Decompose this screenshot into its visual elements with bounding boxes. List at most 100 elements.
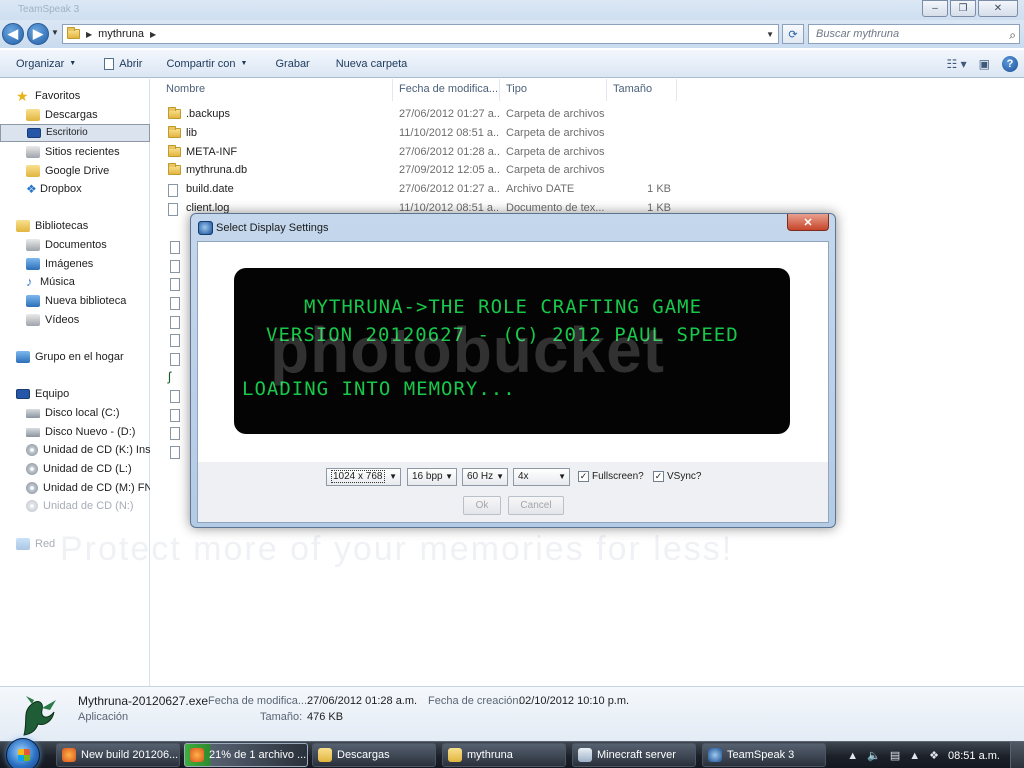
sidebar-item-network[interactable]: Red: [0, 535, 150, 553]
sidebar-item-documents[interactable]: Documentos: [0, 236, 150, 254]
google-drive-icon: [26, 165, 40, 177]
sidebar-item-computer[interactable]: Equipo: [0, 385, 150, 403]
sidebar-item-drive-c[interactable]: Disco local (C:): [0, 404, 150, 422]
sidebar-item-dropbox[interactable]: ❖ Dropbox: [0, 180, 150, 198]
file-icon: [170, 297, 180, 310]
sidebar-label: Unidad de CD (M:) FN: [43, 482, 150, 494]
back-button[interactable]: ◀: [2, 23, 24, 45]
view-options-icon[interactable]: ☷ ▾: [947, 57, 967, 71]
star-icon: ★: [16, 88, 29, 104]
sidebar-item-homegroup[interactable]: Grupo en el hogar: [0, 348, 150, 366]
folder-icon: [168, 145, 181, 160]
file-row[interactable]: build.date 27/06/2012 01:27 a... Archivo…: [166, 181, 686, 200]
sidebar-label: Favoritos: [35, 90, 81, 102]
start-button[interactable]: [6, 738, 40, 768]
taskbar-item-teamspeak[interactable]: TeamSpeak 3: [702, 743, 826, 767]
sidebar-item-downloads[interactable]: Descargas: [0, 106, 150, 124]
share-button[interactable]: Compartir con ▼: [166, 58, 247, 70]
show-desktop-button[interactable]: [1010, 742, 1024, 768]
taskbar-item-download[interactable]: 21% de 1 archivo ...: [184, 743, 308, 767]
column-header-type[interactable]: Tipo: [500, 79, 607, 101]
forward-button[interactable]: ▶: [27, 23, 49, 45]
address-bar[interactable]: ▶ mythruna ▶ ▼: [62, 24, 779, 44]
ok-button[interactable]: Ok: [463, 496, 501, 515]
minimize-button[interactable]: –: [922, 0, 948, 17]
sidebar-item-cd-l[interactable]: Unidad de CD (L:): [0, 460, 150, 478]
clock[interactable]: 08:51 a.m.: [948, 750, 1000, 762]
new-folder-button[interactable]: Nueva carpeta: [336, 58, 408, 70]
chevron-down-icon: ▼: [389, 472, 397, 481]
sidebar-item-drive-d[interactable]: Disco Nuevo - (D:): [0, 423, 150, 441]
file-type: Carpeta de archivos: [506, 127, 605, 139]
breadcrumb-arrow-icon[interactable]: ▶: [150, 30, 156, 39]
dialog-buttons: Ok Cancel: [198, 492, 828, 522]
dropbox-tray-icon[interactable]: ❖: [929, 749, 939, 762]
search-icon[interactable]: ⌕: [1009, 26, 1016, 44]
sidebar-item-videos[interactable]: Vídeos: [0, 311, 150, 329]
resolution-select[interactable]: 1024 x 768 ▼: [326, 468, 401, 486]
preview-pane-icon[interactable]: ▣: [979, 57, 990, 71]
sidebar-item-cd-m[interactable]: Unidad de CD (M:) FN: [0, 479, 150, 497]
open-button[interactable]: Abrir: [104, 57, 142, 70]
sidebar-item-desktop[interactable]: Escritorio: [0, 124, 150, 142]
taskbar-item-firefox-build[interactable]: New build 201206...: [56, 743, 180, 767]
vsync-checkbox[interactable]: ✓ VSync?: [653, 471, 701, 482]
refresh-rate-select[interactable]: 60 Hz ▼: [462, 468, 508, 486]
file-date: 11/10/2012 08:51 a...: [399, 127, 499, 139]
breadcrumb-arrow-icon[interactable]: ▶: [86, 30, 92, 39]
taskbar-item-descargas[interactable]: Descargas: [312, 743, 436, 767]
maximize-button[interactable]: ❐: [950, 0, 976, 17]
file-row[interactable]: .backups 27/06/2012 01:27 a... Carpeta d…: [166, 106, 686, 125]
fullscreen-checkbox[interactable]: ✓ Fullscreen?: [578, 471, 644, 482]
file-name: mythruna.db: [186, 164, 248, 176]
close-button[interactable]: ✕: [978, 0, 1018, 17]
cancel-button[interactable]: Cancel: [508, 496, 564, 515]
dialog-body: MYTHRUNA->THE ROLE CRAFTING GAME VERSION…: [197, 241, 829, 523]
modified-label: Fecha de modifica...: [208, 695, 308, 707]
color-depth-select[interactable]: 16 bpp ▼: [407, 468, 457, 486]
sidebar-label: Bibliotecas: [35, 220, 89, 232]
dialog-close-button[interactable]: ✕: [787, 214, 829, 231]
file-row[interactable]: META-INF 27/06/2012 01:28 a... Carpeta d…: [166, 144, 686, 163]
google-drive-tray-icon[interactable]: ▲: [909, 750, 920, 762]
column-header-name[interactable]: Nombre: [160, 79, 393, 101]
sidebar-item-recent[interactable]: Sitios recientes: [0, 143, 150, 161]
task-label: mythruna: [467, 749, 513, 761]
sidebar-item-cd-n[interactable]: Unidad de CD (N:): [0, 497, 150, 515]
file-icon: [170, 427, 180, 440]
file-name: .backups: [186, 108, 231, 120]
help-icon[interactable]: ?: [1002, 56, 1018, 72]
sidebar-item-google-drive[interactable]: Google Drive: [0, 162, 150, 180]
dragon-app-icon: [23, 696, 56, 736]
refresh-button[interactable]: ⟳: [782, 24, 804, 44]
refresh-value: 60 Hz: [467, 471, 494, 482]
show-hidden-icons-icon[interactable]: ▲: [847, 750, 858, 762]
documents-icon: [26, 239, 40, 251]
taskbar-item-minecraft-server[interactable]: Minecraft server: [572, 743, 696, 767]
column-header-date[interactable]: Fecha de modifica...: [393, 79, 500, 101]
file-icon: [170, 241, 180, 254]
burn-button[interactable]: Grabar: [275, 58, 309, 70]
sidebar-item-cd-k[interactable]: Unidad de CD (K:) Inst: [0, 441, 150, 459]
file-row[interactable]: lib 11/10/2012 08:51 a... Carpeta de arc…: [166, 125, 686, 144]
antialias-select[interactable]: 4x ▼: [513, 468, 570, 486]
sidebar-item-favorites[interactable]: ★ Favoritos: [16, 87, 166, 105]
file-row[interactable]: mythruna.db 27/09/2012 12:05 a... Carpet…: [166, 162, 686, 181]
volume-icon[interactable]: 🔈: [867, 749, 881, 762]
network-icon[interactable]: ▤: [890, 749, 900, 762]
cd-icon: [26, 482, 38, 494]
organize-button[interactable]: Organizar ▼: [16, 58, 76, 70]
sidebar-item-new-library[interactable]: Nueva biblioteca: [0, 292, 150, 310]
column-header-size[interactable]: Tamaño: [607, 79, 677, 101]
search-input[interactable]: Buscar mythruna ⌕: [808, 24, 1020, 44]
sidebar-item-images[interactable]: Imágenes: [0, 255, 150, 273]
sidebar-item-music[interactable]: ♪ Música: [0, 273, 150, 291]
history-dropdown-icon[interactable]: ▼: [51, 28, 59, 37]
videos-icon: [26, 314, 40, 326]
network-icon: [16, 538, 30, 550]
firefox-icon: [190, 748, 204, 762]
sidebar-item-libraries[interactable]: Bibliotecas: [0, 217, 150, 235]
taskbar-item-mythruna[interactable]: mythruna: [442, 743, 566, 767]
address-dropdown-icon[interactable]: ▼: [766, 30, 774, 39]
breadcrumb-mythruna[interactable]: mythruna: [98, 28, 144, 40]
